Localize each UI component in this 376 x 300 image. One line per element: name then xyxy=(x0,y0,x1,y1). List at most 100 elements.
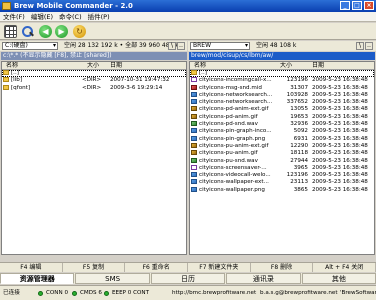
file-date: 2009-5-23 16:38:48 xyxy=(312,186,368,193)
column-size-header[interactable]: 大小 xyxy=(280,62,292,70)
file-icon xyxy=(191,150,197,156)
delete-button[interactable]: F8 删除 xyxy=(251,263,314,272)
table-row[interactable]: cityicons-pd-anim-ext.gif 13055 2009-5-23 … xyxy=(190,106,374,113)
file-icon xyxy=(191,179,197,185)
table-row[interactable]: cityicons-msg-snd.mid 31307 2009-5-23 16:3… xyxy=(190,84,374,92)
tab-explorer[interactable]: 资源管理器 xyxy=(0,273,75,284)
status-cmds: CMDS 6 xyxy=(80,290,102,296)
table-row[interactable]: cityicons-pin-graph-inco... 5092 2009-5-23… xyxy=(190,128,374,135)
edit-button[interactable]: F4 编辑 xyxy=(0,263,63,272)
table-row[interactable]: [..] xyxy=(190,70,374,78)
menu-command[interactable]: 命令(C) xyxy=(59,12,82,21)
table-row[interactable]: cityicons-pu-snd.wav 27944 2009-5-23 16:38… xyxy=(190,157,374,165)
file-size: 27944 xyxy=(290,157,308,164)
left-drive-bar: C:(硬盘) 空闲 28 132 192 k • 全部 39 960 480 k… xyxy=(0,41,187,51)
tab-contacts[interactable]: 通讯录 xyxy=(226,273,301,284)
table-row[interactable]: cityicons-pd-snd.wav 32936 2009-5-23 16:38… xyxy=(190,121,374,128)
column-date-header[interactable]: 日期 xyxy=(110,62,122,70)
right-path-bar[interactable]: brew/mod/cisup/cs/lbm/aw/ xyxy=(189,52,375,60)
file-name: cityicons-networksearch... xyxy=(199,99,273,106)
file-date: 2009-5-23 16:38:48 xyxy=(312,121,368,128)
new-folder-button[interactable]: F7 新建文件夹 xyxy=(188,263,251,272)
left-up-button[interactable]: ‥ xyxy=(177,42,185,50)
rename-button[interactable]: F6 重命名 xyxy=(125,263,189,272)
back-arrow-icon[interactable]: ◀ xyxy=(39,25,52,38)
tab-other[interactable]: 其他 xyxy=(301,273,376,284)
file-icon xyxy=(191,91,197,97)
separator-dot: • xyxy=(119,42,124,49)
file-name: cityicons-incomingcall-x... xyxy=(199,77,272,84)
table-row[interactable]: [qfont] <DIR> 2009-3-6 19:29:14 xyxy=(2,84,186,92)
right-up-button[interactable]: ‥ xyxy=(365,42,373,50)
table-row[interactable]: cityicons-incomingcall-x... 123196 2009-5-… xyxy=(190,77,374,84)
tab-sms[interactable]: SMS xyxy=(75,273,150,284)
table-row[interactable]: cityicons-pu-anim.gif 18118 2009-5-23 16:3… xyxy=(190,150,374,157)
table-row[interactable]: cityicons-wallpaper.png 3865 2009-5-23 16:… xyxy=(190,186,374,194)
eeep-led-icon xyxy=(104,291,109,296)
right-file-panel[interactable]: 名称 大小 日期 [..] cityicons-incomingcall-x...… xyxy=(189,61,375,255)
file-date: 2009-5-23 16:38:48 xyxy=(312,106,368,113)
file-icon xyxy=(191,106,197,112)
left-path-bar[interactable]: c:\*.* (不显示隐藏 [F8], 禁止 [shared]) xyxy=(1,52,187,60)
search-icon[interactable] xyxy=(21,25,34,38)
left-root-button[interactable]: \ xyxy=(168,42,176,50)
view-grid-icon[interactable] xyxy=(4,25,17,38)
status-url[interactable]: http://bmc.brewprofitware.net xyxy=(172,286,256,300)
right-root-button[interactable]: \ xyxy=(356,42,364,50)
left-file-panel[interactable]: 名称 大小 日期 [..] [lib] <DIR> 2007-10-31 19:… xyxy=(1,61,187,255)
file-date: 2009-5-23 16:38:48 xyxy=(312,157,368,164)
copy-button[interactable]: F5 复制 xyxy=(63,263,126,272)
file-name: cityicons-pd-snd.wav xyxy=(199,121,258,128)
minimize-button[interactable]: _ xyxy=(340,1,350,10)
cmds-led-icon xyxy=(72,291,77,296)
column-name-header[interactable]: 名称 xyxy=(6,62,18,70)
file-icon xyxy=(191,84,197,90)
toolbar: ◀ ▶ ↻ xyxy=(0,23,376,40)
table-row[interactable]: cityicons-wallpaper-ext... 23113 2009-5-23… xyxy=(190,179,374,186)
table-row[interactable]: cityicons-screensaver-... 3965 2009-5-23 1… xyxy=(190,164,374,172)
file-name: cityicons-videocall-welo... xyxy=(199,172,271,179)
menu-plugin[interactable]: 插件(P) xyxy=(88,12,110,21)
file-icon xyxy=(191,121,197,127)
menu-edit[interactable]: 编辑(E) xyxy=(31,12,53,21)
column-date-header[interactable]: 日期 xyxy=(312,62,324,70)
table-row[interactable]: cityicons-videocall-welo... 123196 2009-5-… xyxy=(190,172,374,179)
folder-icon xyxy=(191,70,197,75)
close-app-button[interactable]: Alt + F4 关闭 xyxy=(313,263,376,272)
column-name-header[interactable]: 名称 xyxy=(194,62,206,70)
file-date: 2009-5-23 16:38:48 xyxy=(312,179,368,186)
close-button[interactable]: × xyxy=(364,1,374,10)
table-row[interactable]: cityicons-pu-anim-ext.gif 12290 2009-5-23 … xyxy=(190,142,374,150)
file-size: 18118 xyxy=(290,150,308,157)
refresh-icon[interactable]: ↻ xyxy=(73,25,86,38)
table-row[interactable]: cityicons-pin-graph.png 6931 2009-5-23 16:… xyxy=(190,135,374,143)
maximize-button[interactable]: □ xyxy=(352,1,362,10)
file-name: cityicons-pu-anim-ext.gif xyxy=(199,142,269,149)
menu-file[interactable]: 文件(F) xyxy=(3,12,25,21)
folder-icon xyxy=(3,84,9,90)
file-name: cityicons-pd-anim-ext.gif xyxy=(199,106,269,113)
function-key-bar: F4 编辑 F5 复制 F6 重命名 F7 新建文件夹 F8 删除 Alt + … xyxy=(0,262,376,272)
folder-icon xyxy=(3,70,9,75)
left-drive-select[interactable]: C:(硬盘) xyxy=(2,42,58,50)
table-row[interactable]: cityicons-networksearch... 103928 2009-5-2… xyxy=(190,91,374,99)
connection-led-icon xyxy=(38,291,43,296)
tab-calendar[interactable]: 日历 xyxy=(150,273,226,284)
table-row[interactable]: [lib] <DIR> 2007-10-31 19:47:32 xyxy=(2,77,186,84)
file-date: 2009-5-23 16:38:48 xyxy=(312,84,368,91)
table-row[interactable]: cityicons-networksearch... 337652 2009-5-2… xyxy=(190,99,374,106)
file-name: [qfont] xyxy=(11,84,31,91)
file-name: cityicons-wallpaper-ext... xyxy=(199,179,269,186)
file-name: cityicons-screensaver-... xyxy=(199,164,267,171)
table-row[interactable]: [..] xyxy=(2,70,186,78)
file-size: 123196 xyxy=(286,77,308,84)
column-size-header[interactable]: 大小 xyxy=(87,62,99,70)
file-icon xyxy=(191,77,197,83)
file-icon xyxy=(191,157,197,163)
table-row[interactable]: cityicons-pd-anim.gif 19653 2009-5-23 16:3… xyxy=(190,113,374,121)
right-drive-select[interactable]: BREW xyxy=(190,42,250,50)
file-date: 2009-5-23 16:38:48 xyxy=(312,91,368,98)
forward-arrow-icon[interactable]: ▶ xyxy=(55,25,68,38)
status-text: 已连接 xyxy=(3,290,20,296)
file-size: 3865 xyxy=(293,186,308,193)
